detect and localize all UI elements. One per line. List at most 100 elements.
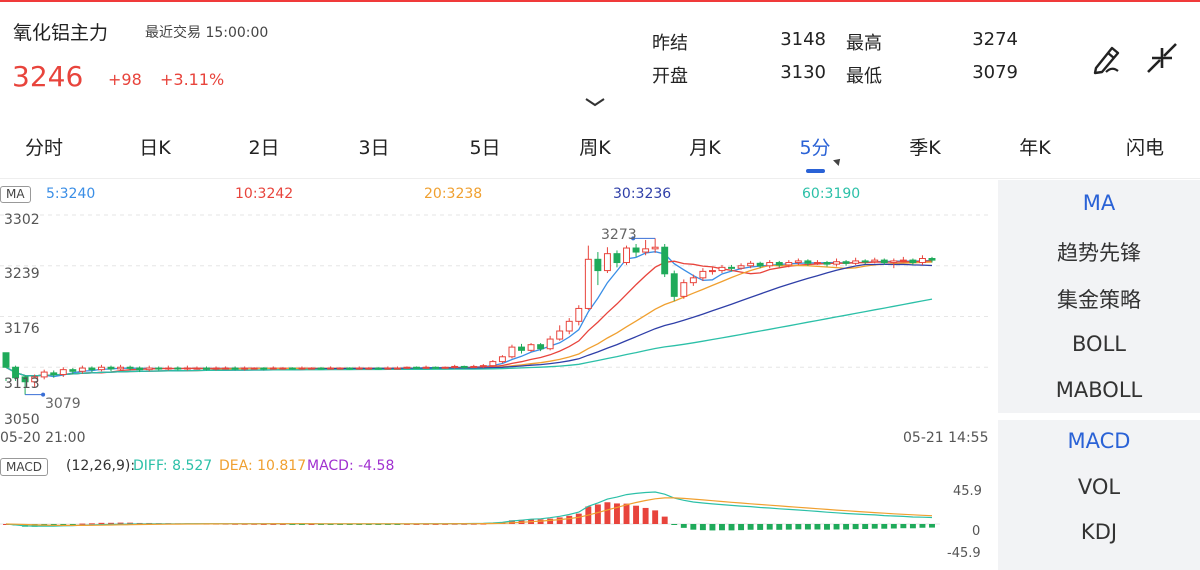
- indicator-ma[interactable]: MA: [998, 191, 1200, 215]
- tab-5-minute[interactable]: 5分: [799, 133, 830, 160]
- tab-flash[interactable]: 闪电: [1126, 133, 1164, 160]
- chevron-down-icon[interactable]: [583, 96, 607, 108]
- candle: [460, 365, 468, 368]
- indicator-gold-strategy[interactable]: 集金策略: [998, 284, 1200, 314]
- stat-value-high: 3274: [972, 29, 1018, 50]
- macd-bar: [785, 524, 792, 530]
- macd-bar: [690, 524, 697, 530]
- indicator-trend-pioneer[interactable]: 趋势先锋: [998, 237, 1200, 267]
- candle: [680, 282, 688, 297]
- macd-bar: [795, 524, 802, 530]
- macd-bar: [671, 524, 678, 525]
- candle: [78, 367, 86, 372]
- candle: [203, 367, 210, 370]
- tab-yearly-k[interactable]: 年K: [1019, 133, 1050, 160]
- macd-bar: [776, 524, 783, 530]
- candle: [842, 261, 850, 264]
- macd-chart[interactable]: [0, 482, 990, 566]
- ma20-value: 20:3238: [424, 186, 483, 202]
- tab-daily-k[interactable]: 日K: [139, 133, 170, 160]
- candle: [269, 367, 277, 370]
- tab-monthly-k[interactable]: 月K: [689, 133, 720, 160]
- indicator-macd[interactable]: MACD: [998, 429, 1200, 453]
- indicator-vol[interactable]: VOL: [998, 475, 1200, 499]
- candle: [346, 367, 354, 370]
- candle: [59, 369, 67, 376]
- indicator-kdj[interactable]: KDJ: [998, 520, 1200, 544]
- candle: [537, 344, 545, 350]
- stat-label-prev-settle: 昨结: [652, 33, 688, 54]
- candle: [88, 367, 96, 371]
- macd-bar: [929, 524, 935, 528]
- ma60-line: [5, 298, 933, 377]
- macd-bar: [766, 524, 773, 530]
- candle: [117, 366, 125, 370]
- candle: [164, 367, 172, 370]
- macd-bar: [871, 524, 878, 529]
- tab-weekly-k[interactable]: 周K: [579, 133, 610, 160]
- candlestick-chart[interactable]: [0, 205, 990, 437]
- candle: [651, 246, 659, 250]
- candle: [126, 366, 134, 369]
- macd-bar: [738, 524, 745, 531]
- macd-bar: [88, 523, 95, 525]
- candle: [603, 253, 611, 272]
- stat-value-open: 3130: [780, 62, 826, 83]
- indicator-boll[interactable]: BOLL: [998, 332, 1200, 356]
- candle: [575, 307, 583, 322]
- candle: [642, 248, 650, 253]
- price-axis-label: 3176: [4, 321, 40, 337]
- collapse-icon[interactable]: [1142, 38, 1182, 78]
- candle: [613, 253, 621, 264]
- candle: [794, 260, 802, 264]
- candle: [298, 367, 306, 370]
- macd-bar: [862, 524, 869, 530]
- candle: [708, 270, 716, 273]
- macd-bar: [98, 522, 105, 524]
- stat-value-prev-settle: 3148: [780, 29, 826, 50]
- ma60-value: 60:3190: [802, 186, 861, 202]
- tab-intraday[interactable]: 分时: [25, 133, 63, 160]
- candle: [718, 266, 726, 272]
- candle: [689, 277, 697, 284]
- price-change-percent: +3.11%: [160, 70, 225, 89]
- candle: [174, 367, 182, 370]
- candle: [766, 262, 774, 267]
- candle: [336, 367, 344, 370]
- tab-2-day[interactable]: 2日: [248, 133, 279, 160]
- candle: [518, 346, 525, 351]
- macd-tag[interactable]: MACD: [0, 458, 48, 476]
- candle: [527, 344, 535, 351]
- ma5-line: [5, 251, 933, 378]
- macd-dea-line: [5, 497, 933, 527]
- candle: [393, 367, 401, 370]
- candle: [699, 270, 707, 279]
- macd-bar: [852, 524, 859, 530]
- indicator-panel-sub: MACD VOL KDJ: [998, 420, 1200, 570]
- draw-icon[interactable]: [1086, 38, 1126, 78]
- candle: [623, 247, 630, 264]
- candle: [155, 367, 163, 370]
- tab-quarterly-k[interactable]: 季K: [909, 133, 940, 160]
- macd-diff-value: DIFF: 8.527: [133, 458, 213, 474]
- macd-bar: [919, 524, 926, 528]
- macd-bar: [623, 503, 630, 524]
- candle: [98, 366, 105, 371]
- top-accent-line: [0, 0, 1200, 2]
- tab-3-day[interactable]: 3日: [358, 133, 389, 160]
- candle: [241, 367, 249, 370]
- candle: [441, 366, 449, 369]
- tab-5-day[interactable]: 5日: [469, 133, 500, 160]
- ma-tag[interactable]: MA: [0, 186, 31, 203]
- stat-label-open: 开盘: [652, 66, 688, 87]
- candle: [365, 367, 373, 370]
- last-trade-time: 最近交易 15:00:00: [145, 25, 269, 41]
- candle: [871, 259, 879, 263]
- macd-bar: [804, 524, 811, 530]
- indicator-maboll[interactable]: MABOLL: [998, 378, 1200, 402]
- macd-bar: [699, 524, 706, 531]
- macd-bar: [594, 504, 601, 524]
- macd-bar: [79, 523, 86, 525]
- candle: [479, 365, 487, 368]
- candle: [584, 258, 592, 309]
